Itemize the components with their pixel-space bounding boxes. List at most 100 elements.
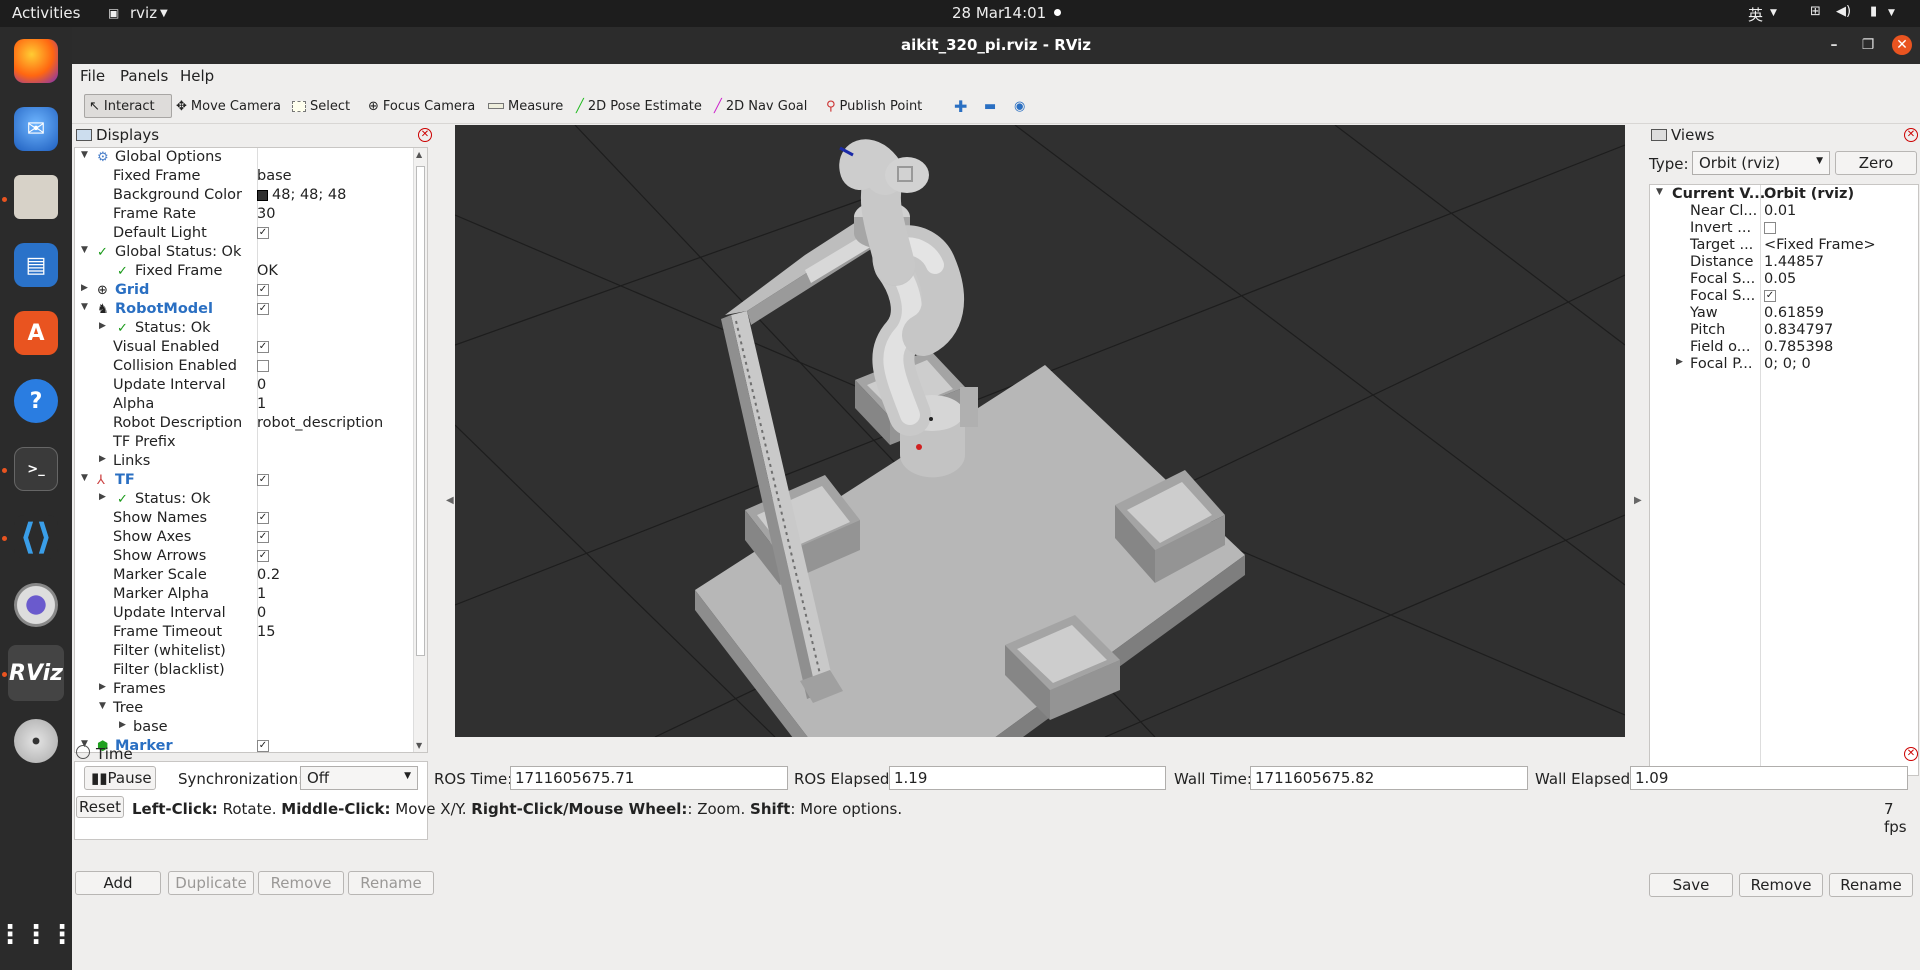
field-of-view-value[interactable]: 0.785398 (1764, 339, 1833, 355)
tree-row-background-color[interactable]: Background Color 48; 48; 48 (75, 186, 415, 205)
close-icon[interactable]: ✕ (1904, 128, 1918, 142)
ros-elapsed-field[interactable]: 1.19 (889, 766, 1166, 790)
tree-row-frame-timeout[interactable]: Frame Timeout 15 (75, 623, 415, 642)
terminal-launcher[interactable]: >_ (8, 441, 64, 497)
publish-point-tool[interactable]: ⚲ Publish Point (822, 94, 926, 118)
scroll-up-icon[interactable]: ▲ (416, 150, 422, 159)
tree-row-fixed-frame-status[interactable]: ✓ Fixed Frame OK (75, 262, 415, 281)
input-method-indicator[interactable]: 英 (1748, 4, 1763, 25)
tree-row-global-status[interactable]: ▼ ✓ Global Status: Ok (75, 243, 415, 262)
alpha-value[interactable]: 1 (257, 396, 266, 412)
tree-row-tf-prefix[interactable]: TF Prefix (75, 433, 415, 452)
pose-estimate-tool[interactable]: ╱ 2D Pose Estimate (572, 94, 706, 118)
add-tool-button[interactable]: ✚ (950, 94, 971, 118)
volume-icon[interactable]: ◀) (1836, 4, 1851, 19)
focal-size-value[interactable]: 0.05 (1764, 271, 1796, 287)
view-row-focal-point[interactable]: ▶ Focal P... 0; 0; 0 (1650, 355, 1918, 374)
app-menu-label[interactable]: rviz (130, 4, 157, 22)
tree-row-show-names[interactable]: Show Names ✓ (75, 509, 415, 528)
show-names-checkbox[interactable]: ✓ (257, 510, 269, 526)
frame-timeout-value[interactable]: 15 (257, 624, 275, 640)
collision-enabled-checkbox[interactable] (257, 358, 269, 374)
camera-launcher[interactable] (8, 577, 64, 633)
tree-row-tree[interactable]: ▼ Tree (75, 699, 415, 718)
tree-row-fixed-frame[interactable]: Fixed Frame base (75, 167, 415, 186)
maximize-icon[interactable]: ❐ (1858, 35, 1878, 55)
tree-row-global-options[interactable]: ▼ ⚙ Global Options (75, 148, 415, 167)
frame-rate-value[interactable]: 30 (257, 206, 275, 222)
tree-row-tf-update-interval[interactable]: Update Interval 0 (75, 604, 415, 623)
focal-point-value[interactable]: 0; 0; 0 (1764, 356, 1811, 372)
close-icon[interactable]: ✕ (1904, 747, 1918, 761)
displays-tree[interactable]: ▼ ⚙ Global Options Fixed Frame base Backgro… (74, 147, 428, 753)
interact-tool[interactable]: ↖ Interact (84, 94, 172, 118)
yaw-value[interactable]: 0.61859 (1764, 305, 1824, 321)
visual-enabled-checkbox[interactable]: ✓ (257, 339, 269, 355)
default-light-checkbox[interactable]: ✓ (257, 225, 269, 241)
tree-row-frame-rate[interactable]: Frame Rate 30 (75, 205, 415, 224)
marker-scale-value[interactable]: 0.2 (257, 567, 280, 583)
views-tree[interactable]: ▼ Current V... Orbit (rviz) Near Cl... 0.01… (1649, 184, 1919, 776)
target-frame-value[interactable]: <Fixed Frame> (1764, 237, 1876, 253)
tree-row-robotmodel[interactable]: ▼ ♞ RobotModel ✓ (75, 300, 415, 319)
tree-row-visual-enabled[interactable]: Visual Enabled ✓ (75, 338, 415, 357)
minimize-icon[interactable]: – (1824, 35, 1844, 55)
thunderbird-launcher[interactable]: ✉ (8, 101, 64, 157)
menu-file[interactable]: File (80, 67, 105, 85)
tree-row-robot-status[interactable]: ▶ ✓ Status: Ok (75, 319, 415, 338)
show-axes-checkbox[interactable]: ✓ (257, 529, 269, 545)
writer-launcher[interactable]: ▤ (8, 237, 64, 293)
move-camera-tool[interactable]: ✥ Move Camera (172, 94, 285, 118)
marker-alpha-value[interactable]: 1 (257, 586, 266, 602)
tree-row-filter-whitelist[interactable]: Filter (whitelist) (75, 642, 415, 661)
tree-row-show-arrows[interactable]: Show Arrows ✓ (75, 547, 415, 566)
view-type-select[interactable]: Orbit (rviz) ▼ (1692, 151, 1830, 175)
focus-camera-tool[interactable]: ⊕ Focus Camera (364, 94, 479, 118)
measure-tool[interactable]: Measure (484, 94, 567, 118)
fixed-frame-value[interactable]: base (257, 168, 292, 184)
clock-time[interactable]: 14:01 (1003, 4, 1046, 22)
battery-icon[interactable]: ▮ (1870, 4, 1877, 19)
robot-description-value[interactable]: robot_description (257, 415, 383, 431)
tree-row-alpha[interactable]: Alpha 1 (75, 395, 415, 414)
reset-button[interactable]: Reset (76, 796, 124, 818)
rviz-launcher[interactable]: RViz (8, 645, 64, 701)
render-3d-view[interactable] (455, 125, 1625, 737)
wall-elapsed-field[interactable]: 1.09 (1630, 766, 1908, 790)
show-apps-button[interactable]: ⋮⋮⋮ (0, 907, 75, 963)
firefox-launcher[interactable] (8, 33, 64, 89)
tree-row-show-axes[interactable]: Show Axes ✓ (75, 528, 415, 547)
wall-time-field[interactable]: 1711605675.82 (1250, 766, 1528, 790)
robotmodel-enabled-checkbox[interactable]: ✓ (257, 301, 269, 317)
tf-update-interval-value[interactable]: 0 (257, 605, 266, 621)
collapse-right-icon[interactable]: ▶ (1634, 495, 1642, 506)
tree-row-frames[interactable]: ▶ Frames (75, 680, 415, 699)
menu-panels[interactable]: Panels (120, 67, 168, 85)
close-icon[interactable]: ✕ (1892, 35, 1912, 55)
nav-goal-tool[interactable]: ╱ 2D Nav Goal (710, 94, 811, 118)
activities-button[interactable]: Activities (12, 4, 80, 22)
near-clip-value[interactable]: 0.01 (1764, 203, 1796, 219)
tool-properties-button[interactable]: ◉ (1010, 94, 1029, 118)
tree-row-links[interactable]: ▶ Links (75, 452, 415, 471)
files-launcher[interactable] (8, 169, 64, 225)
sync-select[interactable]: Off ▼ (300, 766, 418, 790)
menu-help[interactable]: Help (180, 67, 214, 85)
tf-enabled-checkbox[interactable]: ✓ (257, 472, 269, 488)
tree-row-grid[interactable]: ▶ ⊕ Grid ✓ (75, 281, 415, 300)
focal-shape-checkbox[interactable]: ✓ (1764, 288, 1776, 304)
disc-launcher[interactable] (8, 713, 64, 769)
close-icon[interactable]: ✕ (418, 128, 432, 142)
network-icon[interactable]: ⊞ (1810, 4, 1821, 19)
vscode-launcher[interactable]: ⟨⟩ (8, 509, 64, 565)
invert-checkbox[interactable] (1764, 220, 1776, 236)
scrollbar-thumb[interactable] (416, 166, 425, 656)
grid-enabled-checkbox[interactable]: ✓ (257, 282, 269, 298)
tree-row-base[interactable]: ▶ base (75, 718, 415, 737)
clock-date[interactable]: 28 Mar (952, 4, 1004, 22)
tree-row-tf-status[interactable]: ▶ ✓ Status: Ok (75, 490, 415, 509)
tree-row-collision-enabled[interactable]: Collision Enabled (75, 357, 415, 376)
tree-row-tf[interactable]: ▼ ⅄ TF ✓ (75, 471, 415, 490)
remove-tool-button[interactable]: ▬ (980, 94, 1000, 118)
select-tool[interactable]: Select (288, 94, 354, 118)
